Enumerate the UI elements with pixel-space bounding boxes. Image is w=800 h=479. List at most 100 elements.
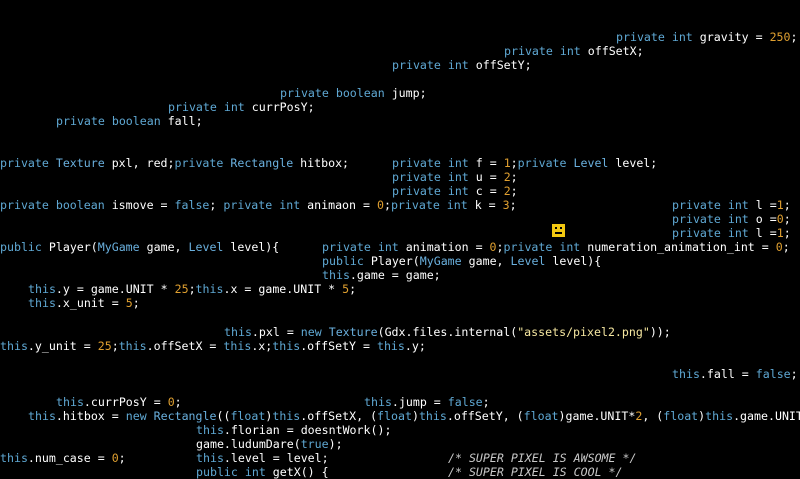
code-token: offSetX; xyxy=(587,44,644,58)
code-token: private boolean xyxy=(56,114,168,128)
code-token: , ( xyxy=(642,409,664,423)
code-token: public xyxy=(322,254,371,268)
code-token: float xyxy=(230,409,266,423)
code-token: public xyxy=(0,240,49,254)
code-token: private int xyxy=(392,184,476,198)
code-token: ; xyxy=(383,198,391,212)
code-token: this xyxy=(56,395,84,409)
code-token: ; xyxy=(188,282,196,296)
smiley-sprite-icon xyxy=(552,224,565,237)
code-token: Texture xyxy=(328,325,378,339)
code-token: Rectangle xyxy=(153,409,217,423)
code-token: ; xyxy=(174,395,182,409)
code-token: private boolean xyxy=(0,198,112,212)
code-token: 0 xyxy=(111,451,119,465)
code-token: jump; xyxy=(391,86,427,100)
code-token: level){ xyxy=(552,254,602,268)
code-token: .offSetX, ( xyxy=(300,409,378,423)
code-line: this.num_case = 0; xyxy=(0,451,126,465)
code-token: .x_unit = xyxy=(55,296,126,310)
code-token: private xyxy=(517,156,574,170)
code-line: private int o =0; xyxy=(672,212,791,226)
code-line: private int animation = 0;private int nu… xyxy=(322,240,790,254)
code-token: this xyxy=(196,423,224,437)
code-token: float xyxy=(377,409,412,423)
code-token: private int xyxy=(392,170,476,184)
code-token: 25 xyxy=(174,282,189,296)
code-token: c = xyxy=(475,184,504,198)
code-line: private int offSetY; xyxy=(392,58,532,72)
code-token: ; xyxy=(783,226,791,240)
code-token: ismove = xyxy=(111,198,175,212)
code-token: 25 xyxy=(97,339,112,353)
code-token: /* SUPER PIXEL IS AWSOME */ xyxy=(448,451,637,465)
code-token: ; xyxy=(783,198,791,212)
code-token: 1 xyxy=(776,198,784,212)
code-line: private boolean ismove = false; private … xyxy=(0,198,517,212)
code-token: pxl, red; xyxy=(111,156,175,170)
code-token: this xyxy=(272,409,301,423)
code-token: 0 xyxy=(775,240,783,254)
code-token: MyGame xyxy=(419,254,469,268)
code-token: offSetY; xyxy=(475,58,532,72)
code-token: this xyxy=(28,296,56,310)
code-token: ; xyxy=(790,30,798,44)
code-line: this.pxl = new Texture(Gdx.files.interna… xyxy=(224,325,671,339)
code-token: private int xyxy=(504,44,588,58)
code-token: this xyxy=(196,451,224,465)
code-token: private int xyxy=(223,198,308,212)
code-token: ; xyxy=(209,198,224,212)
code-token: private int xyxy=(390,198,475,212)
code-token: this xyxy=(272,339,301,353)
code-token: u = xyxy=(475,170,504,184)
code-line: private int c = 2; xyxy=(392,184,518,198)
code-token: level; xyxy=(615,156,658,170)
code-token: numeration_animation_int = xyxy=(587,240,776,254)
code-editor[interactable]: private int gravity = 250; private int o… xyxy=(0,0,800,479)
code-token: private int xyxy=(392,58,476,72)
code-token: ; xyxy=(510,156,518,170)
code-token: Player( xyxy=(48,240,98,254)
code-token: Level xyxy=(510,254,553,268)
code-token: private int xyxy=(672,198,756,212)
code-token: .y; xyxy=(404,339,426,353)
code-token: private int xyxy=(672,212,756,226)
code-token: this xyxy=(364,395,392,409)
code-token: ; xyxy=(790,367,798,381)
code-line: /* SUPER PIXEL IS COOL */ xyxy=(448,465,623,479)
code-token: .offSetX = xyxy=(146,339,224,353)
code-token: private int xyxy=(503,240,588,254)
code-line: this.currPosY = 0; xyxy=(56,395,182,409)
code-token: ; xyxy=(510,170,518,184)
code-token: float xyxy=(663,409,699,423)
code-line: private int currPosY; xyxy=(168,100,315,114)
code-token: .offSetY = xyxy=(300,339,377,353)
code-token: private xyxy=(0,156,56,170)
code-line: game.ludumDare(true); xyxy=(196,437,343,451)
code-token: 2 xyxy=(503,184,511,198)
code-token: 1 xyxy=(776,226,784,240)
code-token: .game = game; xyxy=(349,268,441,282)
code-line: this.x_unit = 5; xyxy=(28,296,140,310)
code-token: false xyxy=(755,367,791,381)
code-token: 0 xyxy=(376,198,384,212)
code-token: false xyxy=(174,198,210,212)
code-token: ); xyxy=(328,437,343,451)
code-token: .num_case = xyxy=(27,451,112,465)
code-token: this xyxy=(705,409,734,423)
code-token: l = xyxy=(755,226,777,240)
code-line: this.y = game.UNIT * 25;this.x = game.UN… xyxy=(28,282,356,296)
code-token: 5 xyxy=(125,296,133,310)
code-token: this xyxy=(28,282,56,296)
code-token: this xyxy=(0,339,28,353)
code-token: Texture xyxy=(55,156,112,170)
code-line: public Player(MyGame game, Level level){ xyxy=(322,254,601,268)
code-token: new xyxy=(125,409,154,423)
code-token: .y = game.UNIT * xyxy=(55,282,175,296)
code-token: f = xyxy=(475,156,504,170)
code-token: MyGame xyxy=(97,240,147,254)
code-token: animation = xyxy=(405,240,490,254)
code-token: ; xyxy=(349,282,357,296)
code-token: private xyxy=(174,156,231,170)
code-token: ; xyxy=(482,395,490,409)
